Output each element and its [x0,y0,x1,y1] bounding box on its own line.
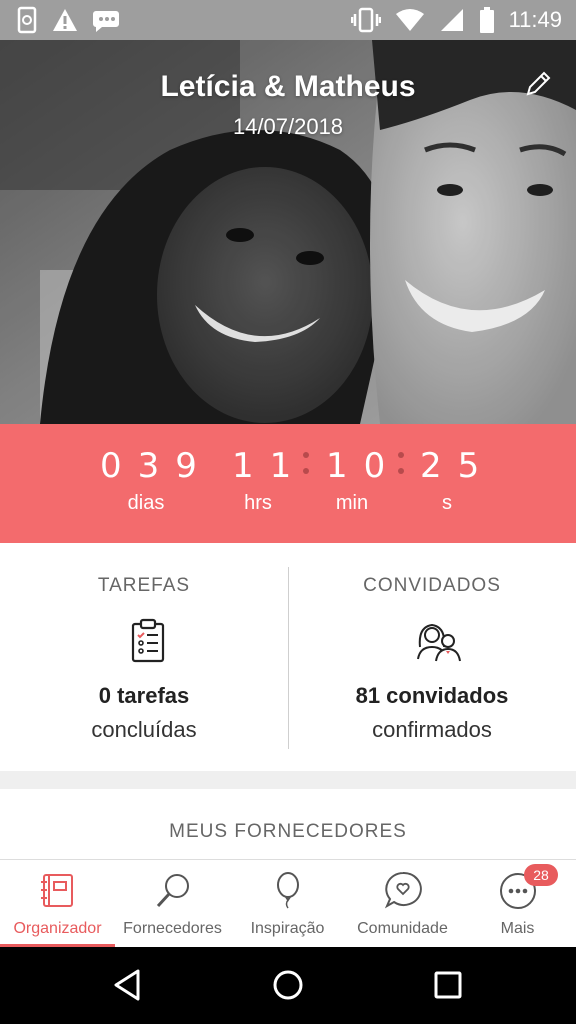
guests-subtitle: confirmados [372,717,492,742]
countdown-separator [398,452,404,478]
balloon-icon [268,870,308,910]
countdown-hours-label: hrs [244,492,272,514]
tasks-subtitle: concluídas [91,717,197,742]
magnifier-icon [153,870,193,910]
summary-cards: TAREFAS 0 tarefas concluídas CONVIDADOS … [0,543,576,771]
tasks-count: 0 tarefas [98,683,190,708]
tab-label: Fornecedores [123,920,222,937]
battery-icon [479,6,495,34]
countdown-hours: 11 [232,446,308,486]
guests-count: 81 convidados [355,683,509,708]
guests-card[interactable]: CONVIDADOS 81 convidados confirmados [288,543,576,771]
countdown-separator [303,452,309,478]
planner-icon [38,870,78,910]
countdown-minutes: 10 [326,446,402,486]
tab-comunidade[interactable]: Comunidade [345,860,460,948]
countdown-minutes-label: min [335,492,369,514]
tab-inspiracao[interactable]: Inspiração [230,860,345,948]
signal-icon [439,7,465,33]
tab-label: Mais [500,920,535,937]
notification-badge: 28 [524,864,558,886]
guests-icon [412,617,461,665]
chat-heart-icon [383,870,423,910]
wifi-icon [395,8,425,32]
my-suppliers-title: MEUS FORNECEDORES [169,821,407,842]
status-time: 11:49 [508,7,562,32]
wedding-date: 14/07/2018 [232,114,344,139]
home-icon[interactable] [268,965,308,1005]
vibrate-icon [350,6,381,34]
countdown-seconds-label: s [442,492,452,514]
tab-label: Inspiração [250,920,325,937]
tab-mais[interactable]: 28 Mais [460,860,575,948]
my-suppliers-section: MEUS FORNECEDORES [0,789,576,859]
countdown-days-label: dias [127,492,165,514]
couple-photo-header: Letícia & Matheus 14/07/2018 [0,40,576,424]
wedding-countdown: 039 11 10 25 dias hrs min s [0,424,576,543]
checklist-icon [124,617,172,665]
tab-organizador[interactable]: Organizador [0,860,115,948]
couple-names: Letícia & Matheus [160,70,416,103]
tab-label: Organizador [13,920,102,937]
back-icon[interactable] [108,965,148,1005]
countdown-seconds: 25 [420,446,496,486]
tasks-card[interactable]: TAREFAS 0 tarefas concluídas [0,543,288,771]
countdown-days: 039 [100,446,213,486]
pencil-icon[interactable] [522,68,554,100]
system-navigation-bar [0,947,576,1024]
status-bar: 11:49 [0,0,576,40]
warning-icon [52,7,78,33]
message-icon [92,7,120,33]
recents-icon[interactable] [428,965,468,1005]
bottom-tab-bar: Organizador Fornecedores Inspiração Comu… [0,859,576,948]
section-gap [0,771,576,789]
tab-label: Comunidade [357,920,448,937]
tab-fornecedores[interactable]: Fornecedores [115,860,230,948]
guests-title: CONVIDADOS [363,575,501,596]
tasks-title: TAREFAS [97,575,191,596]
screenshot-icon [16,6,38,34]
